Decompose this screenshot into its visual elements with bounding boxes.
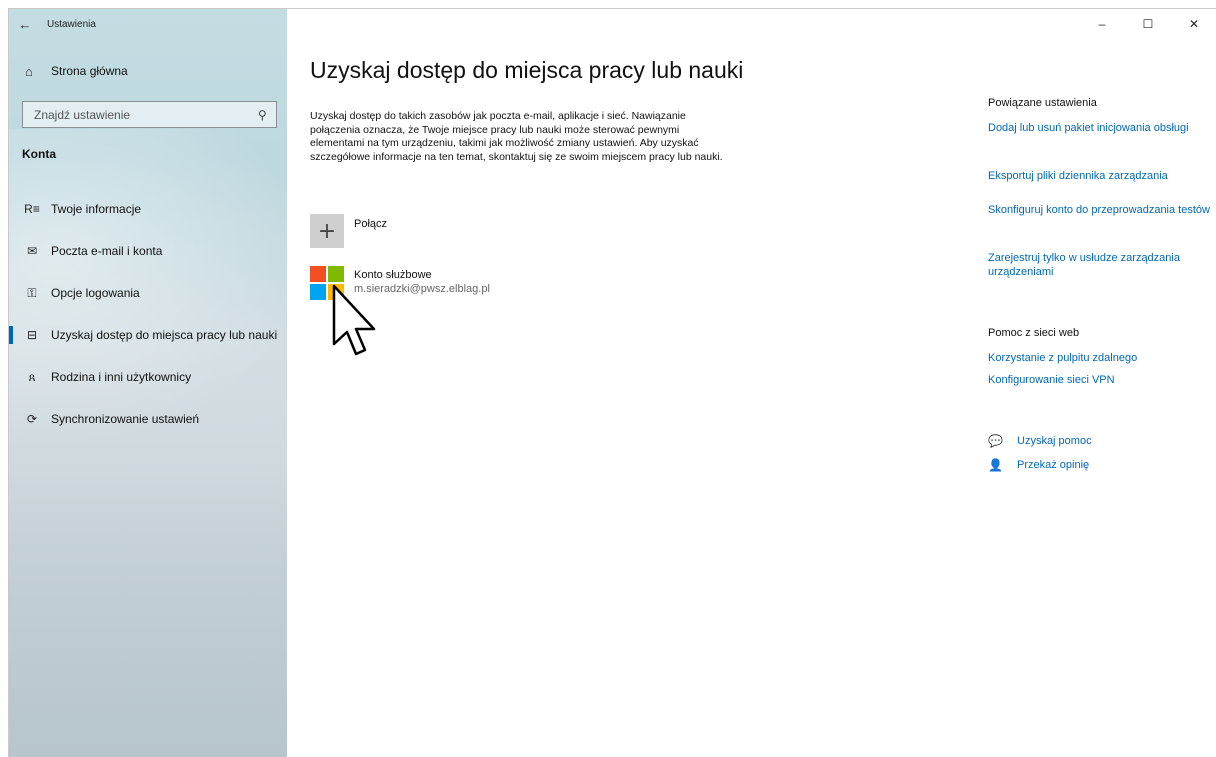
sidebar: ← Ustawienia ⌂ Strona główna Znajdź usta… (9, 9, 287, 757)
sidebar-item-label: Strona główna (51, 64, 128, 78)
app-title: Ustawienia (47, 18, 96, 30)
window-controls: – ☐ ✕ (1079, 9, 1216, 39)
sidebar-item-label: Rodzina i inni użytkownicy (51, 370, 192, 384)
feedback-label: Przekaż opinię (1017, 459, 1090, 471)
get-help-label: Uzyskaj pomoc (1017, 435, 1092, 447)
sidebar-item-label: Poczta e-mail i konta (51, 244, 163, 258)
person-info-icon: R≡ (24, 202, 40, 216)
search-input[interactable]: Znajdź ustawienie ⚲ (22, 101, 277, 128)
sidebar-item-email-accounts[interactable]: ✉ Poczta e-mail i konta (9, 230, 287, 272)
sidebar-nav: R≡ Twoje informacje ✉ Poczta e-mail i ko… (9, 188, 287, 440)
minimize-button[interactable]: – (1079, 9, 1125, 39)
sidebar-item-work-school[interactable]: ⊟ Uzyskaj dostęp do miejsca pracy lub na… (9, 314, 287, 356)
connect-label: Połącz (354, 218, 388, 230)
feedback-icon: 👤 (988, 458, 1003, 472)
home-icon: ⌂ (25, 63, 33, 79)
sidebar-item-label: Opcje logowania (51, 286, 140, 300)
sidebar-item-label: Uzyskaj dostęp do miejsca pracy lub nauk… (51, 328, 278, 342)
get-help-link[interactable]: 💬 Uzyskaj pomoc (988, 429, 1216, 453)
sidebar-item-your-info[interactable]: R≡ Twoje informacje (9, 188, 287, 230)
link-mdm-enroll[interactable]: Zarejestruj tylko w usłudze zarządzania … (988, 251, 1216, 327)
search-icon[interactable]: ⚲ (258, 108, 267, 122)
page-description: Uzyskaj dostęp do takich zasobów jak poc… (310, 110, 723, 163)
sidebar-item-sync[interactable]: ⟳ Synchronizowanie ustawień (9, 398, 287, 440)
account-name: Konto służbowe (354, 269, 432, 281)
key-icon: ⚿ (27, 285, 37, 300)
title-bar: ← Ustawienia (9, 9, 287, 39)
link-remote-desktop[interactable]: Korzystanie z pulpitu zdalnego (988, 351, 1216, 373)
link-export-logs[interactable]: Eksportuj pliki dziennika zarządzania (988, 169, 1216, 203)
sidebar-item-label: Twoje informacje (51, 202, 142, 216)
briefcase-icon: ⊟ (26, 328, 38, 342)
sidebar-item-sign-in-options[interactable]: ⚿ Opcje logowania (9, 272, 287, 314)
related-settings-heading: Powiązane ustawienia (988, 97, 1097, 109)
link-provisioning-package[interactable]: Dodaj lub usuń pakiet inicjowania obsług… (988, 121, 1216, 169)
section-title: Konta (22, 147, 56, 161)
main-content: – ☐ ✕ Uzyskaj dostęp do miejsca pracy lu… (287, 9, 1216, 757)
plus-icon: + (310, 214, 344, 248)
sync-icon: ⟳ (26, 412, 38, 426)
sidebar-item-family[interactable]: ጸ Rodzina i inni użytkownicy (9, 356, 287, 398)
sidebar-item-label: Synchronizowanie ustawień (51, 412, 200, 426)
settings-window: ← Ustawienia ⌂ Strona główna Znajdź usta… (8, 8, 1216, 757)
help-chat-icon: 💬 (988, 434, 1003, 448)
arrow-left-icon: ← (18, 16, 32, 32)
add-person-icon: ጸ (28, 369, 36, 384)
link-vpn[interactable]: Konfigurowanie sieci VPN (988, 373, 1216, 429)
mail-icon: ✉ (26, 244, 38, 258)
page-title: Uzyskaj dostęp do miejsca pracy lub nauk… (310, 57, 744, 83)
web-help-heading: Pomoc z sieci web (988, 327, 1080, 339)
feedback-link[interactable]: 👤 Przekaż opinię (988, 453, 1216, 477)
mouse-cursor-icon (332, 284, 376, 356)
connect-button[interactable]: + Połącz (310, 214, 387, 248)
back-button[interactable]: ← (9, 9, 41, 39)
right-panel: Powiązane ustawienia Dodaj lub usuń paki… (988, 97, 1216, 477)
maximize-button[interactable]: ☐ (1125, 9, 1171, 39)
close-button[interactable]: ✕ (1171, 9, 1216, 39)
link-test-account[interactable]: Skonfiguruj konto do przeprowadzania tes… (988, 203, 1216, 251)
search-placeholder: Znajdź ustawienie (34, 107, 131, 122)
sidebar-item-home[interactable]: ⌂ Strona główna (9, 58, 287, 84)
